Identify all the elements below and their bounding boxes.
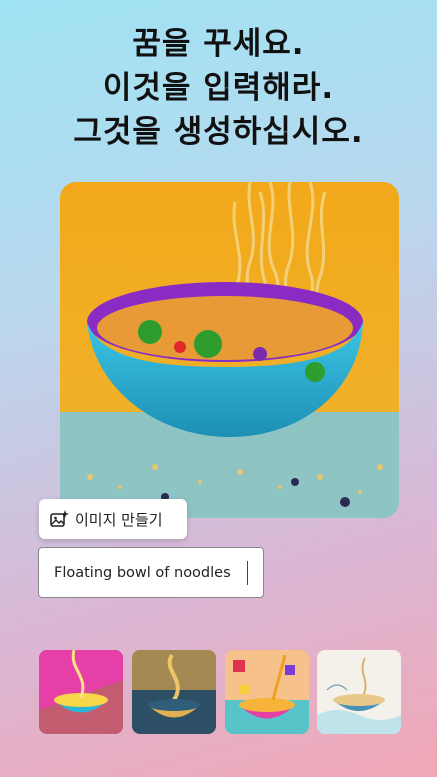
thumbnail-strip <box>39 650 401 734</box>
text-cursor <box>247 561 248 585</box>
prompt-text: Floating bowl of noodles <box>54 564 231 581</box>
headline-line-1: 꿈을 꾸세요. <box>132 26 305 62</box>
image-sparkle-icon <box>49 509 69 529</box>
prompt-input[interactable]: Floating bowl of noodles <box>38 547 264 598</box>
thumbnail-pop-art[interactable] <box>39 650 123 734</box>
thumbnail-sketch[interactable] <box>317 650 401 734</box>
make-image-button[interactable]: 이미지 만들기 <box>39 499 187 539</box>
hero-image <box>60 182 399 518</box>
headline: 꿈을 꾸세요. 이것을 입력해라. 그것을 생성하십시오. <box>0 22 437 154</box>
thumbnail-colorful-blocks[interactable] <box>225 650 309 734</box>
headline-line-2: 이것을 입력해라. <box>102 70 335 106</box>
thumbnail-golden[interactable] <box>132 650 216 734</box>
make-image-label: 이미지 만들기 <box>75 510 163 529</box>
headline-line-3: 그것을 생성하십시오. <box>73 114 364 150</box>
